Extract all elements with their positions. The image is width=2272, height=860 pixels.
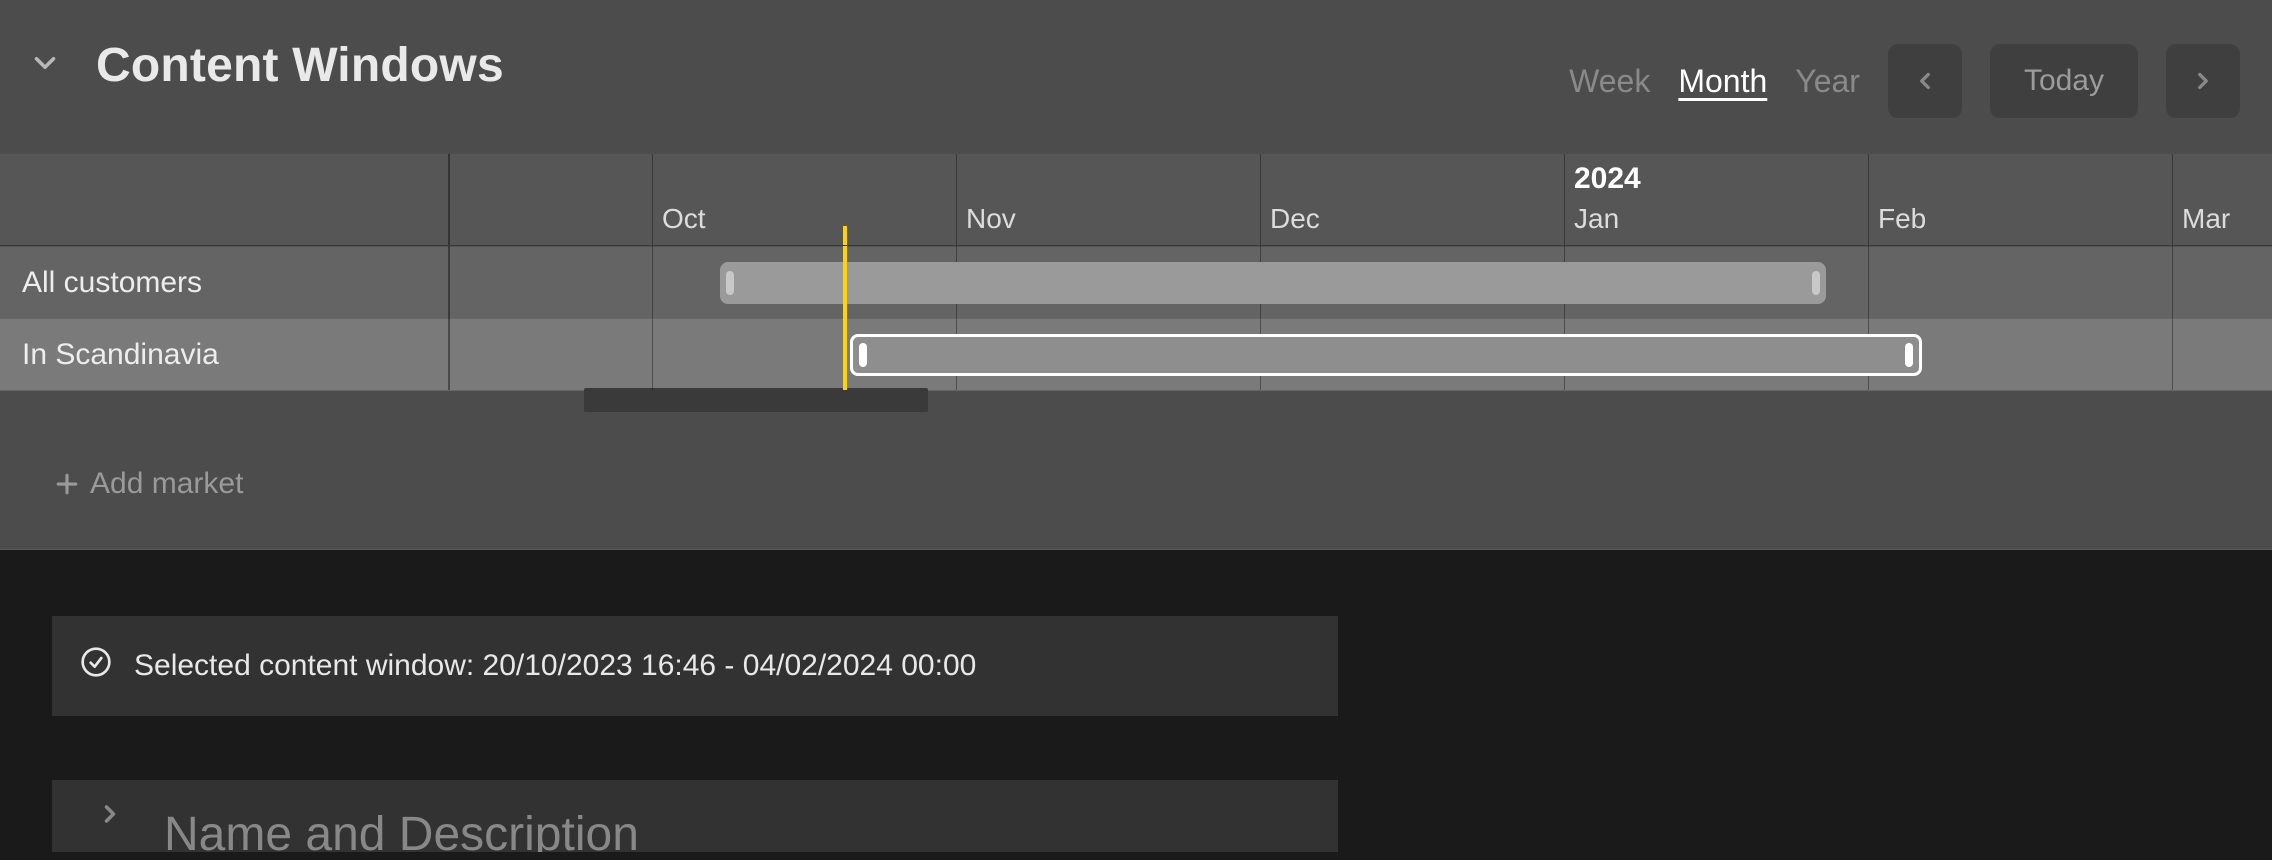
month-label: Feb [1878, 203, 1926, 235]
bar-resize-handle-left[interactable] [726, 271, 734, 295]
section-title: Name and Description [164, 807, 639, 853]
month-label: Mar [2182, 203, 2230, 235]
today-button[interactable]: Today [1990, 44, 2138, 118]
timeline-header: Oct Nov Dec Jan Feb Mar 2024 [0, 154, 2272, 246]
chevron-right-icon [96, 800, 124, 833]
year-label: 2024 [1574, 162, 1641, 196]
today-marker [843, 246, 847, 390]
scale-tab-year[interactable]: Year [1795, 63, 1860, 100]
month-label: Oct [662, 203, 706, 235]
timeline-rows: All customers In Scandinavia [0, 246, 2272, 390]
scale-tab-month[interactable]: Month [1678, 63, 1767, 100]
next-period-button[interactable] [2166, 44, 2240, 118]
checkmark-circle-icon [80, 646, 112, 686]
timeline: Oct Nov Dec Jan Feb Mar 2024 All customers In S… [0, 154, 2272, 550]
timeline-scrollbar[interactable] [0, 390, 2272, 418]
timeline-row: All customers [0, 246, 2272, 318]
header-controls: Week Month Year Today [1569, 44, 2240, 118]
timeline-row-label[interactable]: In Scandinavia [0, 338, 448, 372]
month-label: Dec [1270, 203, 1320, 235]
bar-resize-handle-right[interactable] [1905, 343, 1913, 367]
collapse-section-button[interactable] [28, 46, 62, 85]
selected-window-banner: Selected content window: 20/10/2023 16:4… [52, 616, 1338, 716]
selected-window-text: Selected content window: 20/10/2023 16:4… [134, 649, 976, 683]
add-market-label: Add market [90, 467, 243, 501]
add-market-button[interactable]: Add market [0, 418, 2272, 550]
bar-resize-handle-right[interactable] [1812, 271, 1820, 295]
prev-period-button[interactable] [1888, 44, 1962, 118]
timeline-row: In Scandinavia [0, 318, 2272, 390]
bar-resize-handle-left[interactable] [859, 343, 867, 367]
month-label: Jan [1574, 203, 1619, 235]
month-label: Nov [966, 203, 1016, 235]
content-window-bar[interactable] [720, 262, 1826, 304]
timeline-row-label[interactable]: All customers [0, 266, 448, 300]
name-and-description-section[interactable]: Name and Description [52, 780, 1338, 852]
scale-tab-week[interactable]: Week [1569, 63, 1650, 100]
content-window-bar-selected[interactable] [850, 334, 1922, 376]
page-title: Content Windows [96, 38, 504, 93]
timeline-scroll-thumb[interactable] [584, 388, 928, 412]
